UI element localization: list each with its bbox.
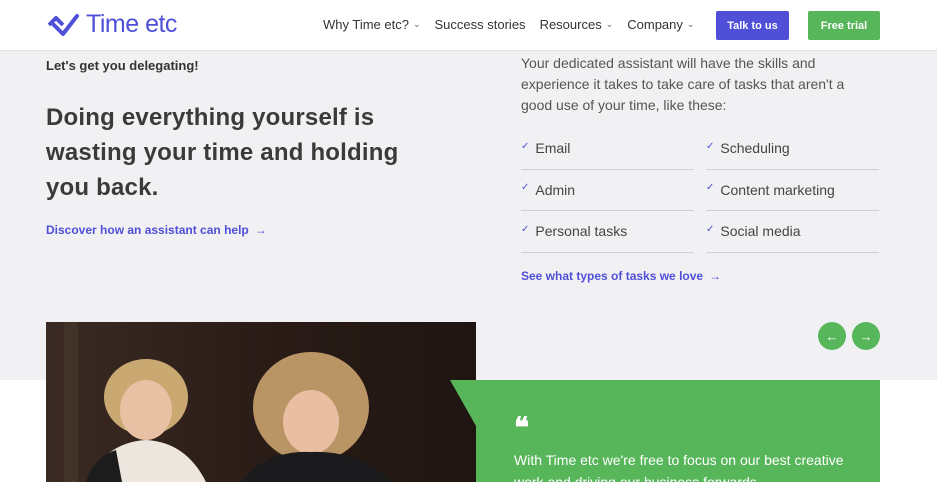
chevron-down-icon: ⌄ xyxy=(686,19,695,29)
discover-link-label: Discover how an assistant can help xyxy=(46,223,249,237)
check-icon: ✓ xyxy=(521,182,530,194)
quote-card-notch xyxy=(450,380,476,426)
check-icon: ✓ xyxy=(706,182,715,194)
check-icon: ✓ xyxy=(706,223,715,235)
chevron-down-icon: ⌄ xyxy=(605,19,614,29)
task-label: Content marketing xyxy=(720,181,835,198)
check-icon: ✓ xyxy=(521,223,530,235)
task-item: ✓ Personal tasks xyxy=(521,211,694,253)
quote-icon: ❝ xyxy=(514,411,530,444)
check-icon: ✓ xyxy=(521,140,530,152)
see-task-types-link[interactable]: See what types of tasks we love → xyxy=(521,269,721,283)
site-header: Time etc Why Time etc? ⌄ Success stories… xyxy=(0,0,937,51)
nav-label: Success stories xyxy=(434,17,526,32)
heart-check-logo-icon xyxy=(47,13,79,36)
logo-text: Time etc xyxy=(86,10,177,38)
arrow-right-icon: → xyxy=(254,223,267,237)
task-item: ✓ Content marketing xyxy=(706,170,879,211)
task-item: ✓ Admin xyxy=(521,170,694,211)
nav-label: Resources xyxy=(539,17,602,32)
free-trial-button[interactable]: Free trial xyxy=(808,11,880,40)
nav-success-stories[interactable]: Success stories xyxy=(435,17,526,32)
task-label: Email xyxy=(535,140,571,157)
task-label: Personal tasks xyxy=(535,223,628,240)
two-women-laughing-image xyxy=(46,322,476,482)
task-label: Scheduling xyxy=(720,140,790,157)
task-item: ✓ Scheduling xyxy=(706,128,879,170)
task-label: Admin xyxy=(535,181,576,198)
main-nav: Why Time etc? ⌄ Success stories Resource… xyxy=(323,17,694,32)
carousel-next-button[interactable]: → xyxy=(852,322,880,350)
arrow-right-icon: → xyxy=(859,328,873,344)
talk-to-us-button[interactable]: Talk to us xyxy=(716,11,789,40)
section-headline: Doing everything yourself is wasting you… xyxy=(46,104,399,201)
task-list: ✓ Email ✓ Scheduling ✓ Admin ✓ Content m… xyxy=(521,128,880,253)
nav-resources[interactable]: Resources ⌄ xyxy=(540,17,614,32)
task-item: ✓ Social media xyxy=(706,211,879,253)
nav-company[interactable]: Company ⌄ xyxy=(627,17,694,32)
task-label: Social media xyxy=(720,223,801,240)
nav-why-time-etc[interactable]: Why Time etc? ⌄ xyxy=(323,17,421,32)
arrow-left-icon: ← xyxy=(825,328,839,344)
tasks-intro: Your dedicated assistant will have the s… xyxy=(521,55,845,113)
discover-assistant-link[interactable]: Discover how an assistant can help → xyxy=(46,223,267,237)
nav-label: Why Time etc? xyxy=(323,17,409,32)
testimonial-photo xyxy=(46,322,476,482)
chevron-down-icon: ⌄ xyxy=(412,19,421,29)
see-types-label: See what types of tasks we love xyxy=(521,269,704,283)
carousel-prev-button[interactable]: ← xyxy=(818,322,846,350)
arrow-right-icon: → xyxy=(709,269,722,283)
nav-label: Company xyxy=(627,17,683,32)
quote-text: With Time etc we're free to focus on our… xyxy=(514,452,844,482)
check-icon: ✓ xyxy=(706,140,715,152)
section-eyebrow: Let's get you delegating! xyxy=(46,58,199,73)
logo[interactable]: Time etc xyxy=(46,10,177,39)
task-item: ✓ Email xyxy=(521,128,694,170)
